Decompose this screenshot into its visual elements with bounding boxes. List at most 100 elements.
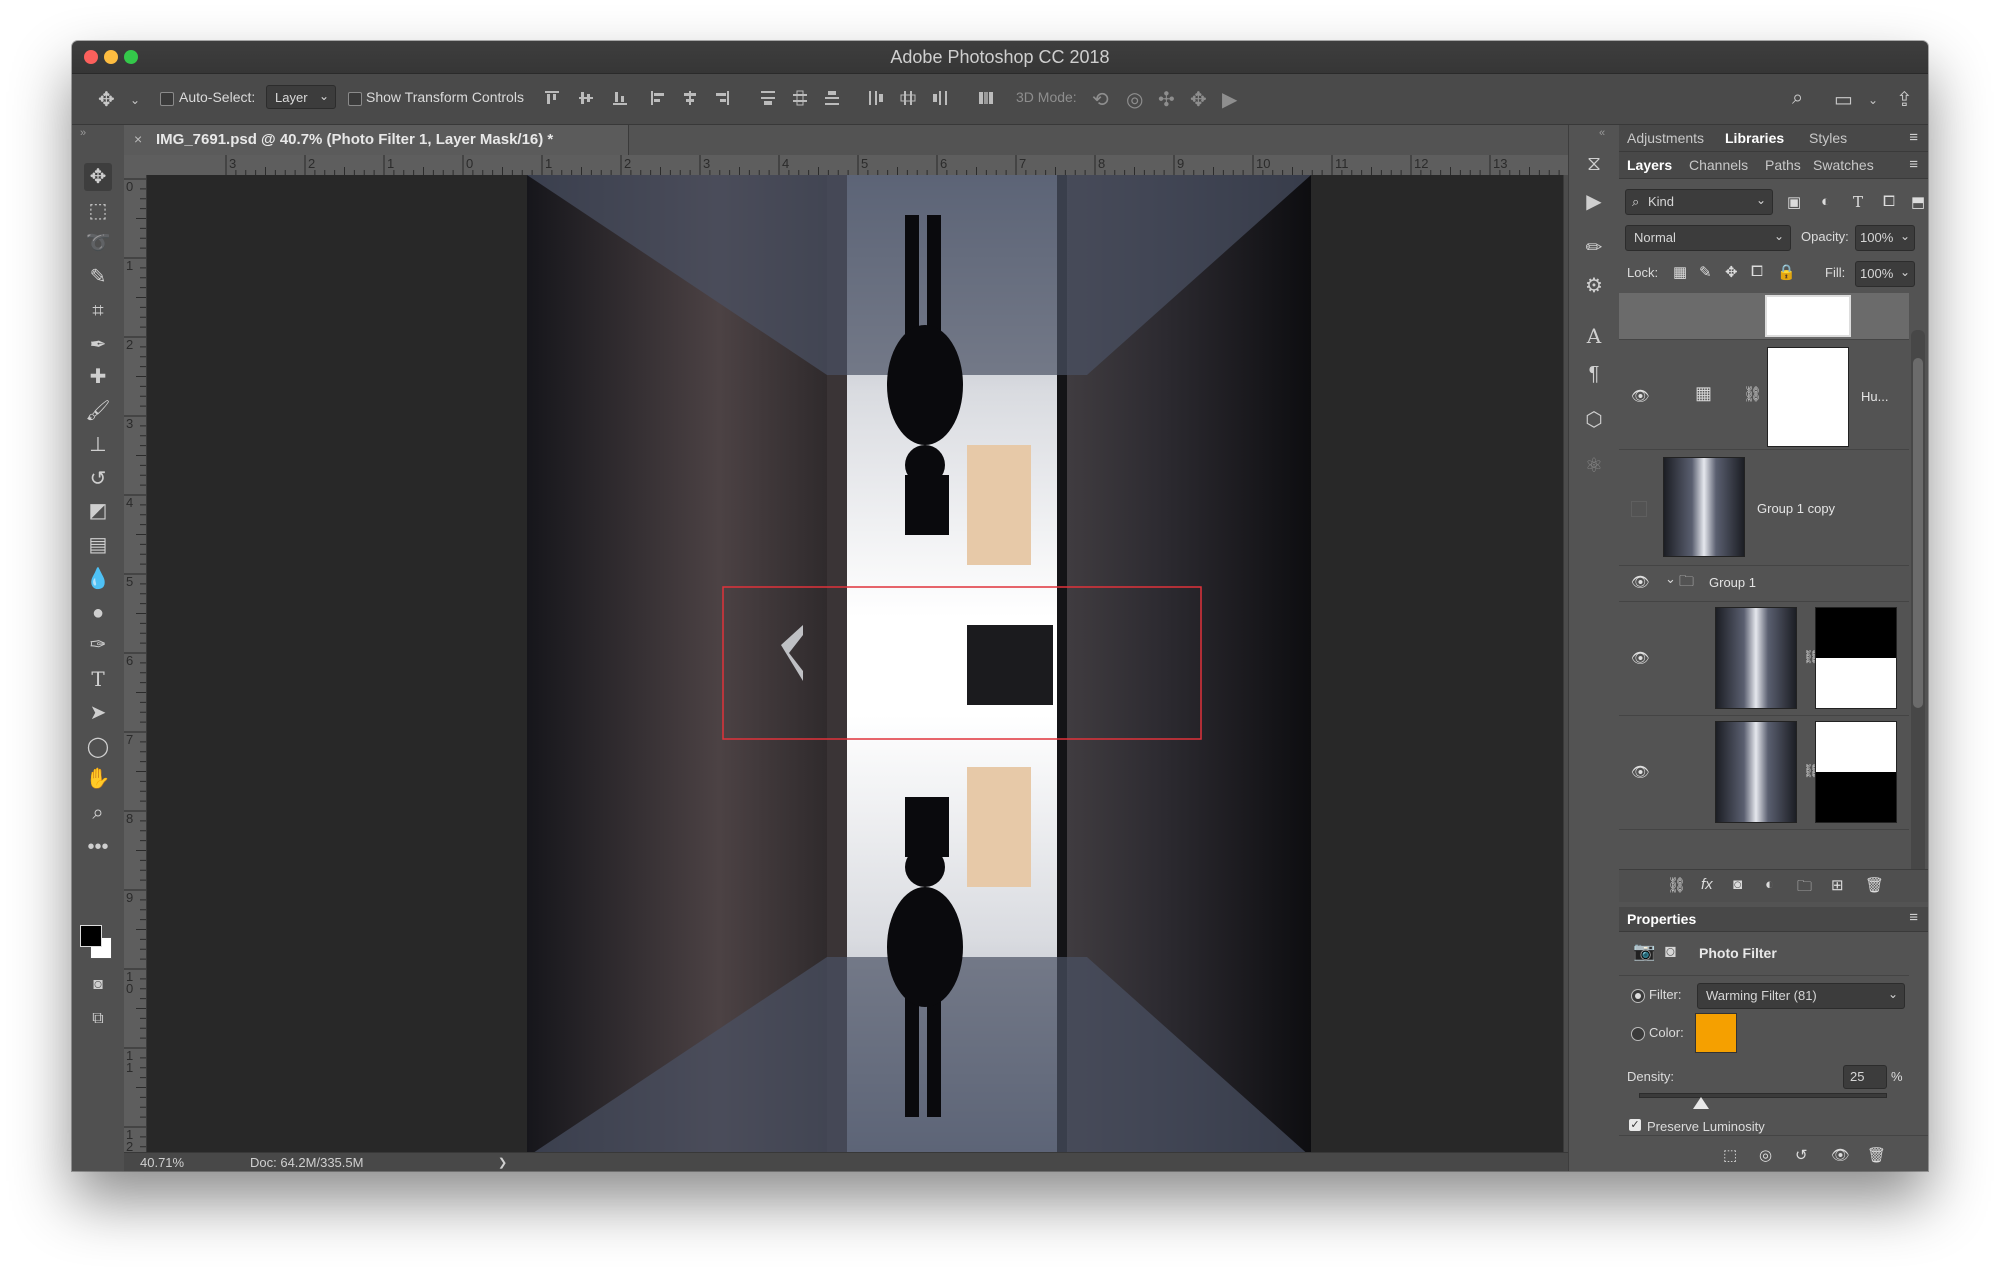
tab-libraries[interactable]: Libraries: [1725, 130, 1784, 146]
new-group-icon[interactable]: 🗀: [1797, 876, 1812, 901]
3d-icon[interactable]: ⬡: [1579, 405, 1609, 435]
brush-icon[interactable]: 🖌: [84, 397, 112, 425]
tab-layers[interactable]: Layers: [1627, 157, 1672, 173]
blend-mode-dropdown[interactable]: Normal ⌄: [1625, 225, 1791, 251]
color-swatch[interactable]: [1695, 1013, 1737, 1053]
lock-all-icon[interactable]: 🔒: [1777, 263, 1796, 281]
filter-adjustment-icon[interactable]: ◐: [1821, 193, 1830, 210]
foreground-color-swatch[interactable]: [80, 925, 102, 947]
show-transform-checkbox[interactable]: [348, 92, 362, 106]
link-icon[interactable]: ⛓: [1743, 385, 1762, 403]
layer-row-child-1[interactable]: 👁 ⛓: [1619, 601, 1909, 716]
status-menu-arrow[interactable]: ❯: [498, 1156, 507, 1169]
filter-smart-icon[interactable]: ⬒: [1911, 193, 1925, 211]
auto-align-icon[interactable]: [978, 90, 994, 106]
3d-scale-icon[interactable]: ▶: [1222, 87, 1237, 112]
collapse-toolbox-icon[interactable]: »: [80, 127, 86, 139]
lasso-icon[interactable]: ➰: [84, 229, 112, 257]
clip-to-layer-icon[interactable]: ⬚: [1723, 1146, 1737, 1164]
panel-menu-icon[interactable]: ≡: [1909, 909, 1918, 926]
auto-select-checkbox[interactable]: [160, 92, 174, 106]
auto-select-dropdown[interactable]: Layer ⌄: [266, 85, 336, 109]
distribute-left-icon[interactable]: [868, 90, 884, 106]
new-adjustment-icon[interactable]: ◐: [1765, 876, 1774, 893]
blur-icon[interactable]: 💧: [84, 565, 112, 593]
path-select-icon[interactable]: ➤: [84, 699, 112, 727]
fx-icon[interactable]: fx: [1701, 876, 1713, 893]
layers-scrollbar[interactable]: [1911, 330, 1925, 890]
fill-input[interactable]: 100% ⌄: [1855, 261, 1915, 287]
tab-adjustments[interactable]: Adjustments: [1627, 130, 1704, 146]
color-radio[interactable]: [1631, 1027, 1645, 1041]
tab-channels[interactable]: Channels: [1689, 157, 1748, 173]
layer-filter-dropdown[interactable]: ⌕ Kind ⌄: [1625, 189, 1773, 215]
history-icon[interactable]: ⧖: [1579, 149, 1609, 179]
healing-brush-icon[interactable]: ✚: [84, 363, 112, 391]
gradient-icon[interactable]: ▤: [84, 531, 112, 559]
delete-adjustment-icon[interactable]: 🗑: [1867, 1146, 1886, 1164]
layer-row-hue[interactable]: 👁 ▦ ⛓ Hu...: [1619, 339, 1909, 450]
layer-row-group-copy[interactable]: Group 1 copy: [1619, 449, 1909, 566]
history-brush-icon[interactable]: ↺: [84, 465, 112, 493]
screen-mode-icon[interactable]: ⧉: [84, 1005, 112, 1033]
clone-stamp-icon[interactable]: ⊥: [84, 431, 112, 459]
search-icon[interactable]: ⌕: [1792, 87, 1803, 110]
vertical-ruler[interactable]: 0 1 2 3 4 5 6 7 8 9 10 11 12: [124, 175, 147, 1171]
more-tools-icon[interactable]: •••: [84, 833, 112, 861]
tab-swatches[interactable]: Swatches: [1813, 157, 1874, 173]
chevron-down-icon[interactable]: ⌄: [1868, 93, 1878, 107]
layer-row-group[interactable]: 👁 ⌄ 🗀 Group 1: [1619, 565, 1909, 602]
lock-artboard-icon[interactable]: ⧠: [1751, 263, 1763, 280]
3d-rotate-icon[interactable]: ⟲: [1092, 87, 1109, 112]
layer-thumbnail[interactable]: [1715, 721, 1797, 823]
3d-roll-icon[interactable]: ◎: [1126, 87, 1143, 112]
layer-row-child-2[interactable]: 👁 ⛓: [1619, 715, 1909, 830]
type-icon[interactable]: T: [84, 665, 112, 693]
tab-paths[interactable]: Paths: [1765, 157, 1801, 173]
3d-slide-icon[interactable]: ✥: [1190, 87, 1207, 112]
horizontal-ruler[interactable]: 3 2 1 0 1 2 3 4 5 6 7 8 9 10 11 12 13: [146, 155, 1638, 176]
actions-play-icon[interactable]: ▶: [1579, 187, 1609, 217]
move-tool-icon[interactable]: ✥: [84, 163, 112, 191]
crop-icon[interactable]: ⌗: [84, 297, 112, 325]
eraser-icon[interactable]: ◩: [84, 497, 112, 525]
hand-icon[interactable]: ✋: [84, 765, 112, 793]
tab-styles[interactable]: Styles: [1809, 130, 1847, 146]
dodge-icon[interactable]: ●: [84, 599, 112, 627]
layer-mask-thumbnail[interactable]: [1767, 347, 1849, 447]
add-mask-icon[interactable]: ◙: [1733, 876, 1742, 893]
align-left-icon[interactable]: [650, 90, 666, 106]
paragraph-icon[interactable]: ¶: [1579, 359, 1609, 389]
chevron-down-icon[interactable]: ⌄: [130, 93, 140, 107]
scroll-thumb[interactable]: [1913, 358, 1923, 708]
layer-name[interactable]: Group 1 copy: [1757, 501, 1835, 516]
align-bottom-icon[interactable]: [612, 90, 628, 106]
properties-icon[interactable]: ⚛: [1579, 451, 1609, 481]
pen-icon[interactable]: ✑: [84, 631, 112, 659]
distribute-vcenter-icon[interactable]: [792, 90, 808, 106]
document-tab[interactable]: × IMG_7691.psd @ 40.7% (Photo Filter 1, …: [124, 125, 629, 155]
eye-icon[interactable]: 👁: [1631, 387, 1650, 405]
tool-presets-icon[interactable]: ⚙: [1579, 271, 1609, 301]
distribute-top-icon[interactable]: [760, 90, 776, 106]
close-document-icon[interactable]: ×: [134, 131, 142, 147]
filter-pixel-icon[interactable]: ▣: [1787, 193, 1801, 211]
align-hcenter-icon[interactable]: [682, 90, 698, 106]
lock-position-icon[interactable]: ✥: [1725, 263, 1738, 281]
distribute-bottom-icon[interactable]: [824, 90, 840, 106]
layer-name[interactable]: Group 1: [1709, 575, 1756, 590]
mask-icon[interactable]: ◙: [1665, 941, 1676, 962]
align-right-icon[interactable]: [714, 90, 730, 106]
brush-settings-icon[interactable]: ✏: [1579, 233, 1609, 263]
group-thumbnail[interactable]: [1663, 457, 1745, 557]
collapse-dock-icon[interactable]: «: [1599, 127, 1605, 139]
move-tool-icon[interactable]: ✥: [98, 87, 115, 112]
align-vcenter-icon[interactable]: [578, 90, 594, 106]
workspace-icon[interactable]: ▭: [1834, 87, 1853, 112]
layer-name[interactable]: Hu...: [1861, 389, 1888, 404]
eyedropper-icon[interactable]: ✒: [84, 331, 112, 359]
filter-type-icon[interactable]: T: [1853, 193, 1863, 211]
panel-menu-icon[interactable]: ≡: [1909, 156, 1918, 173]
zoom-icon[interactable]: ⌕: [84, 799, 112, 827]
filter-dropdown[interactable]: Warming Filter (81) ⌄: [1697, 983, 1905, 1009]
